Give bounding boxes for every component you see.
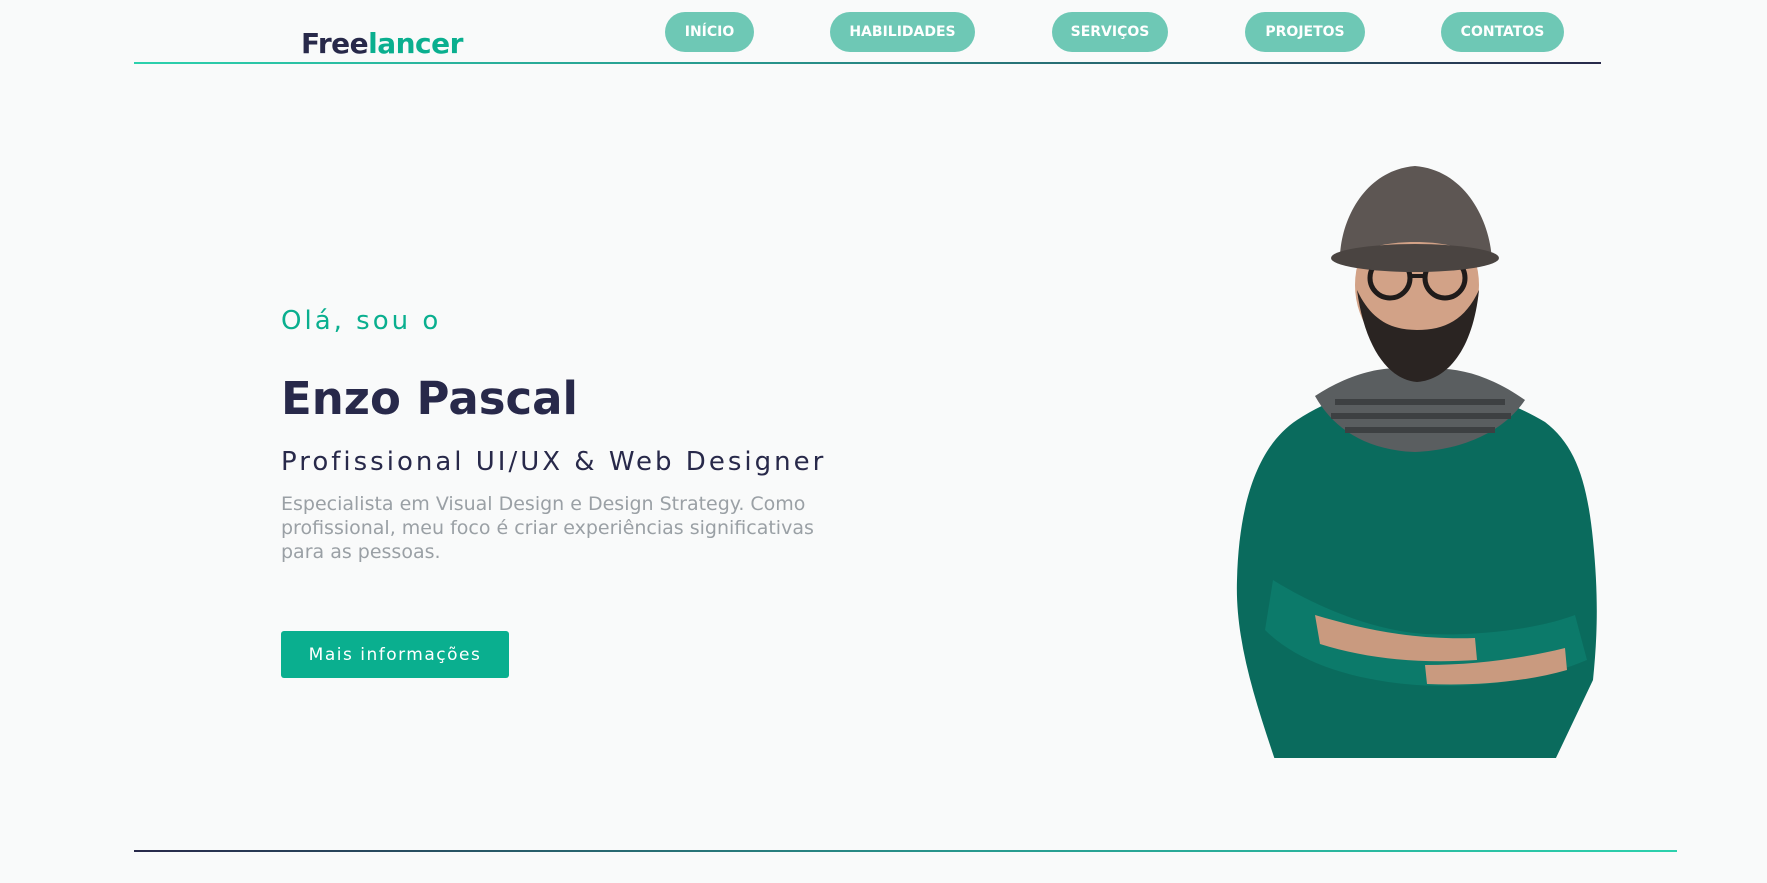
brand-logo[interactable]: Freelancer [301,30,463,58]
nav-inicio-button[interactable]: INÍCIO [665,12,754,52]
brand-logo-part1: Free [301,27,369,60]
footer-divider [134,850,1677,852]
header-divider [134,62,1601,64]
hero-role: Profissional UI/UX & Web Designer [281,447,827,477]
nav-contatos-button[interactable]: CONTATOS [1441,12,1564,52]
nav-habilidades-button[interactable]: HABILIDADES [830,12,975,52]
portrait-image [1236,166,1597,758]
brand-logo-part2: lancer [368,27,463,60]
nav-projetos-button[interactable]: PROJETOS [1245,12,1365,52]
hero-description: Especialista em Visual Design e Design S… [281,493,814,563]
hero-greeting: Olá, sou o [281,306,442,336]
more-info-button[interactable]: Mais informações [281,631,509,678]
hero-name: Enzo Pascal [281,372,578,425]
nav-servicos-button[interactable]: SERVIÇOS [1052,12,1168,52]
